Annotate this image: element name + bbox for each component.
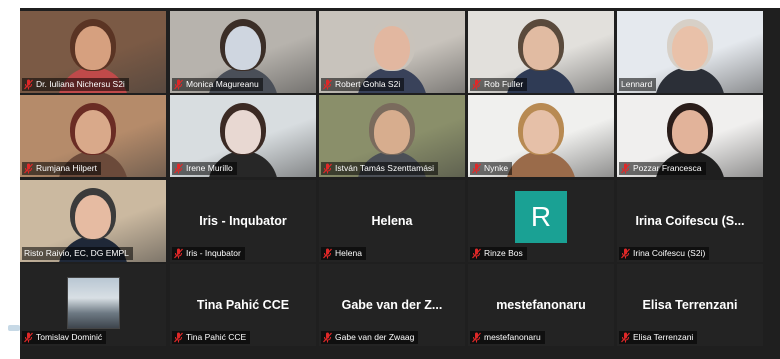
participant-name-label: Rob Fuller [470,78,528,91]
participant-name-label: Nynke [470,162,513,175]
participant-display-name: Helena [371,214,413,229]
muted-microphone-icon [24,163,33,174]
participant-name-label: Dr. Iuliana Nichersu S2i [22,78,129,91]
participant-tile[interactable]: R Rinze Bos [468,180,614,262]
participant-name: Gabe van der Zwaag [335,332,415,342]
participant-tile[interactable]: Robert Gohla S2i [319,11,465,93]
participant-tile[interactable]: Tina Pahić CCE Tina Pahić CCE [170,264,316,346]
participant-name: István Tamás Szenttamási [335,163,435,173]
participant-name: Tina Pahić CCE [186,332,247,342]
participant-display-name: Iris - Inqubator [199,214,287,229]
participant-name: Tomislav Dominić [36,332,103,342]
participant-name: Iris - Inqubator [186,248,241,258]
participant-name: Lennard [621,79,653,89]
muted-microphone-icon [174,248,183,259]
participant-tile[interactable]: Tomislav Dominić [20,264,166,346]
muted-microphone-icon [323,163,332,174]
participant-name: Robert Gohla S2i [335,79,401,89]
participant-tile[interactable]: mestefanonaru mestefanonaru [468,264,614,346]
participant-name: Irene Murillo [186,163,233,173]
participant-tile[interactable]: Rumjana Hilpert [20,95,166,177]
participant-tile[interactable]: Nynke [468,95,614,177]
muted-microphone-icon [174,332,183,343]
participant-name: Pozzar Francesca [633,163,702,173]
muted-microphone-icon [323,79,332,90]
muted-microphone-icon [621,248,630,259]
participant-name: Nynke [484,163,509,173]
participant-name: Rinze Bos [484,248,523,258]
participant-name: Monica Magureanu [186,79,259,89]
participant-name-label: Helena [321,247,366,260]
muted-microphone-icon [472,248,481,259]
participant-name-label: Lennard [619,78,657,91]
participant-name: Risto Raivio, EC, DG EMPL [24,248,129,258]
participant-name-label: Irina Coifescu (S2i) [619,247,710,260]
participant-tile[interactable]: István Tamás Szenttamási [319,95,465,177]
muted-microphone-icon [621,163,630,174]
muted-microphone-icon [24,79,33,90]
muted-microphone-icon [174,163,183,174]
participant-tile[interactable]: Pozzar Francesca [617,95,763,177]
participant-profile-picture [67,277,120,329]
participant-tile[interactable]: Dr. Iuliana Nichersu S2i [20,11,166,93]
participant-name-label: Pozzar Francesca [619,162,706,175]
participant-name-label: Tina Pahić CCE [172,331,251,344]
muted-microphone-icon [621,332,630,343]
muted-microphone-icon [24,332,33,343]
participant-display-name: Tina Pahić CCE [196,298,290,313]
participant-avatar: R [515,191,567,243]
muted-microphone-icon [323,248,332,259]
participant-tile[interactable]: Lennard [617,11,763,93]
participant-name-label: Rinze Bos [470,247,527,260]
participant-tile[interactable]: Helena Helena [319,180,465,262]
participant-tile[interactable]: Irina Coifescu (S... Irina Coifescu (S2i) [617,180,763,262]
participant-name-label: mestefanonaru [470,331,545,344]
participant-display-name: Gabe van der Z... [341,298,443,313]
participant-display-name: Elisa Terrenzani [642,298,738,313]
video-grid: Dr. Iuliana Nichersu S2i Monica Magureanu… [20,8,780,359]
participant-tile[interactable]: Irene Murillo [170,95,316,177]
participant-name-label: Monica Magureanu [172,78,263,91]
participant-name: Helena [335,248,362,258]
participant-name-label: Gabe van der Zwaag [321,331,419,344]
participant-name-label: Robert Gohla S2i [321,78,405,91]
muted-microphone-icon [472,332,481,343]
participant-tile[interactable]: Rob Fuller [468,11,614,93]
participant-name: Rob Fuller [484,79,524,89]
muted-microphone-icon [323,332,332,343]
muted-microphone-icon [472,79,481,90]
participant-name: Elisa Terrenzani [633,332,694,342]
participant-tile[interactable]: Iris - Inqubator Iris - Inqubator [170,180,316,262]
participant-name: Irina Coifescu (S2i) [633,248,706,258]
participant-name-label: Tomislav Dominić [22,331,107,344]
edge-fragment [8,325,20,331]
participant-name: mestefanonaru [484,332,541,342]
participant-name-label: István Tamás Szenttamási [321,162,439,175]
participant-name: Dr. Iuliana Nichersu S2i [36,79,125,89]
participant-display-name: Irina Coifescu (S... [635,214,745,229]
muted-microphone-icon [174,79,183,90]
participant-tile[interactable]: Risto Raivio, EC, DG EMPL [20,180,166,262]
participant-name-label: Rumjana Hilpert [22,162,101,175]
participant-display-name: mestefanonaru [496,298,586,313]
muted-microphone-icon [472,163,481,174]
participant-tile[interactable]: Elisa Terrenzani Elisa Terrenzani [617,264,763,346]
participant-name-label: Elisa Terrenzani [619,331,698,344]
participant-name-label: Irene Murillo [172,162,237,175]
participant-tile[interactable]: Gabe van der Z... Gabe van der Zwaag [319,264,465,346]
participant-name-label: Risto Raivio, EC, DG EMPL [22,247,133,260]
participant-tile[interactable]: Monica Magureanu [170,11,316,93]
participant-name-label: Iris - Inqubator [172,247,245,260]
participant-name: Rumjana Hilpert [36,163,97,173]
